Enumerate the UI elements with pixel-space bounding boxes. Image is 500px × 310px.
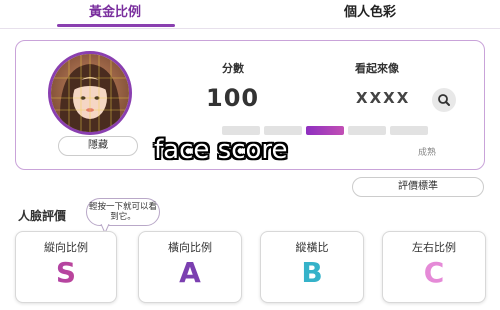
lookalike-value: XXXX [356, 89, 411, 107]
face-evaluation-title: 人臉評價 [18, 209, 67, 223]
maturity-meter-segment-5 [390, 126, 428, 135]
tab-personal-color[interactable]: 個人色彩 [310, 1, 430, 27]
grade-card-vertical[interactable]: 縱向比例 S [15, 231, 117, 303]
maturity-meter-segment-2 [264, 126, 302, 135]
score-value: 100 [206, 84, 260, 112]
grade-letter: A [179, 256, 201, 289]
active-tab-indicator [57, 24, 175, 27]
face-photo [48, 51, 132, 135]
grade-label: 橫向比例 [168, 241, 212, 254]
grade-card-aspect[interactable]: 縱橫比 B [260, 231, 364, 303]
grade-label: 左右比例 [412, 241, 456, 254]
grade-label: 縱橫比 [295, 241, 329, 254]
overlay-caption: face score [154, 135, 288, 165]
maturity-meter-segment-1 [222, 126, 260, 135]
face-photo-illustration [51, 54, 129, 132]
search-icon [438, 94, 450, 106]
tab-divider [0, 28, 500, 29]
grade-letter: B [301, 256, 323, 289]
maturity-label: 成熟 [418, 148, 437, 158]
search-button[interactable] [432, 88, 456, 112]
lookalike-label: 看起來像 [355, 62, 399, 75]
maturity-meter-segment-3 [306, 126, 344, 135]
grade-card-symmetry[interactable]: 左右比例 C [382, 231, 486, 303]
grade-letter: C [423, 256, 445, 289]
grade-card-horizontal[interactable]: 橫向比例 A [138, 231, 242, 303]
tab-bar: 黃金比例 個人色彩 [0, 0, 500, 30]
hide-button[interactable]: 隱藏 [58, 136, 138, 156]
grade-letter: S [16, 256, 116, 289]
grade-label: 縱向比例 [44, 241, 88, 254]
tap-hint-tooltip: 輕按一下就可以看到它。 [86, 198, 160, 226]
evaluation-criteria-button[interactable]: 評價標準 [352, 177, 484, 197]
score-label: 分數 [222, 62, 244, 75]
maturity-meter-segment-4 [348, 126, 386, 135]
